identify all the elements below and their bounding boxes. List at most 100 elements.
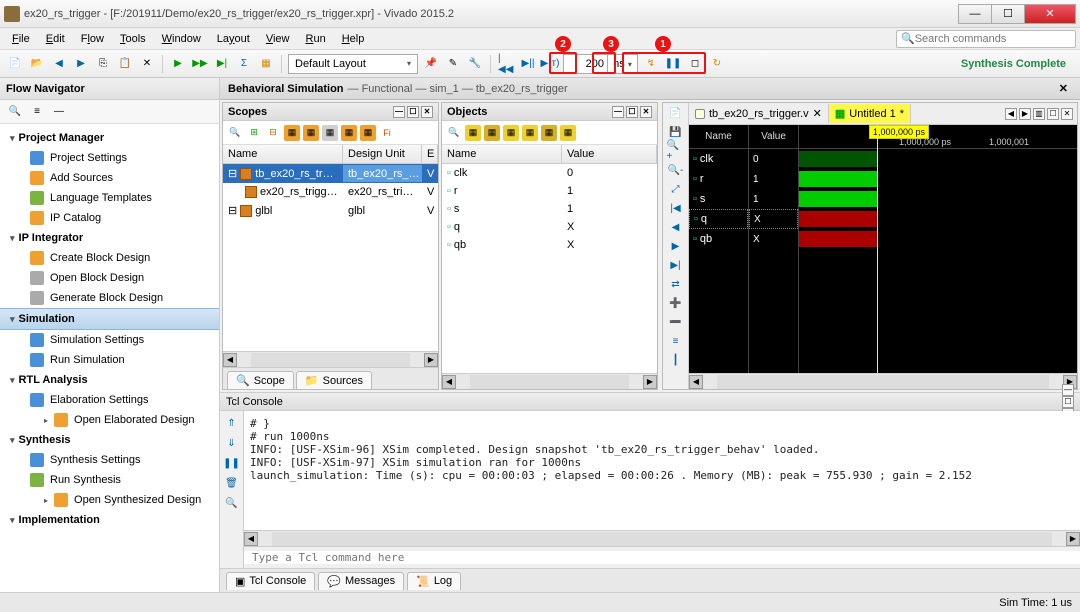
minimize-panel-button[interactable]: — [612,106,624,118]
object-row[interactable]: ▫qbX [442,236,657,254]
ofilter2[interactable]: ▦ [484,125,500,141]
command-search-input[interactable] [915,33,1071,45]
filter3-icon[interactable]: ▦ [322,125,338,141]
file-icon[interactable]: 📄 [667,105,685,121]
run-step-button[interactable]: ▶(т) [541,55,559,73]
scope-row[interactable]: ⊟glblglblV [223,201,438,220]
prev-icon[interactable]: ◀ [667,219,685,235]
nav-item-elaboration-settings[interactable]: Elaboration Settings [0,390,219,410]
relaunch-icon[interactable]: ↻ [708,55,726,73]
zoom-fit-icon[interactable]: ⤢ [667,181,685,197]
close-tab-icon[interactable]: ✕ [813,107,822,120]
nav-section-project-manager[interactable]: Project Manager [0,128,219,148]
menu-window[interactable]: Window [154,31,209,47]
menu-layout[interactable]: Layout [209,31,258,47]
wave-signal-row[interactable]: ▫clk [689,149,748,169]
nav-item-language-templates[interactable]: Language Templates [0,188,219,208]
filter4-icon[interactable]: ▦ [341,125,357,141]
nav-section-synthesis[interactable]: Synthesis [0,430,219,450]
search-icon[interactable]: 🔍 [446,125,462,141]
close-panel-button[interactable]: ✕ [421,106,433,118]
tab-messages[interactable]: 💬Messages [318,572,404,590]
tcl-down-icon[interactable]: ⇓ [223,435,241,451]
nav-item-ip-catalog[interactable]: IP Catalog [0,208,219,228]
nav-item-open-synthesized-design[interactable]: ▸Open Synthesized Design [0,490,219,510]
tab-tcl-console[interactable]: ▣Tcl Console [226,572,315,590]
add-icon[interactable]: ➕ [667,295,685,311]
minimize-panel-button[interactable]: — [393,106,405,118]
menu-tools[interactable]: Tools [112,31,154,47]
col-design-unit[interactable]: Design Unit [343,145,422,163]
object-row[interactable]: ▫clk0 [442,164,657,182]
maximize-panel-button[interactable]: ☐ [626,106,638,118]
expand-icon[interactable]: ⊟ [228,167,237,180]
wave-signal-row[interactable]: ▫q [689,209,748,229]
expand-icon[interactable]: ▸ [44,496,48,505]
wave-signal-row[interactable]: ▫qb [689,229,748,249]
tab-sources[interactable]: 📁Sources [296,371,372,389]
restart-sim-button[interactable]: |◀◀ [497,55,515,73]
copy-icon[interactable]: ⎘ [94,55,112,73]
maximize-button[interactable]: ☐ [991,4,1025,24]
menu-run[interactable]: Run [298,31,334,47]
waveform-canvas[interactable]: Name ▫clk▫r▫s▫q▫qb Value 011XX 1,000,000… [689,125,1077,373]
filter2-icon[interactable]: ▦ [303,125,319,141]
tab-scope[interactable]: 🔍Scope [227,371,294,389]
wave-signal-row[interactable]: ▫r [689,169,748,189]
nav-item-generate-block-design[interactable]: Generate Block Design [0,288,219,308]
expand-icon[interactable]: ⊞ [246,125,262,141]
filter-icon[interactable]: ▦ [284,125,300,141]
previous-icon[interactable]: ◀ [50,55,68,73]
tcl-clear-icon[interactable]: 🗑 [223,475,241,491]
nav-section-rtl-analysis[interactable]: RTL Analysis [0,370,219,390]
col-value[interactable]: Value [562,145,657,163]
delete-icon[interactable]: ✕ [138,55,156,73]
tcl-output[interactable]: # } # run 1000ns INFO: [USF-XSim-96] XSi… [244,411,1080,530]
tcl-find-icon[interactable]: 🔍 [223,495,241,511]
next-icon[interactable]: ▶ [667,238,685,254]
pause-icon[interactable]: ❚❚ [664,55,682,73]
ofilter1[interactable]: ▦ [465,125,481,141]
step-icon[interactable]: ↯ [642,55,660,73]
close-button[interactable]: ✕ [1024,4,1076,24]
nav-item-simulation-settings[interactable]: Simulation Settings [0,330,219,350]
next-tab-icon[interactable]: ▶ [1019,108,1031,120]
waveform-plot[interactable]: 1,000,000 ps 1,000,000 ps 1,000,001 [799,125,1077,373]
objects-scroll[interactable]: ◀▶ [442,373,657,389]
marker-icon[interactable]: ┃ [667,352,685,368]
nav-item-open-block-design[interactable]: Open Block Design [0,268,219,288]
waveform-scroll[interactable]: ◀▶ [689,373,1077,389]
group-icon[interactable]: ≡ [667,333,685,349]
open-icon[interactable]: 📂 [28,55,46,73]
find-icon[interactable]: Fi [379,125,395,141]
filter5-icon[interactable]: ▦ [360,125,376,141]
menu-help[interactable]: Help [334,31,373,47]
menu-flow[interactable]: Flow [73,31,112,47]
tcl-scroll[interactable]: ◀▶ [244,530,1080,546]
minimize-button[interactable]: — [958,4,992,24]
run-synth-button[interactable]: ▶▶ [191,55,209,73]
report-icon[interactable]: ▦ [257,55,275,73]
minimize-panel-button[interactable]: — [1062,384,1074,396]
ofilter6[interactable]: ▦ [560,125,576,141]
object-row[interactable]: ▫qX [442,218,657,236]
stop-icon[interactable]: ◻ [686,55,704,73]
tcl-up-icon[interactable]: ⇑ [223,415,241,431]
dash-icon[interactable]: — [50,103,68,121]
run-to-time-button[interactable]: ▶|| [519,55,537,73]
ofilter5[interactable]: ▦ [541,125,557,141]
cursor[interactable] [877,125,878,373]
command-search[interactable]: 🔍 [896,30,1076,48]
wave-signal-row[interactable]: ▫s [689,189,748,209]
menu-view[interactable]: View [258,31,298,47]
ofilter4[interactable]: ▦ [522,125,538,141]
maximize-panel-button[interactable]: ☐ [407,106,419,118]
tcl-command-input[interactable] [244,551,1080,564]
collapse-icon[interactable]: ≡ [28,103,46,121]
expand-icon[interactable]: ▸ [44,416,48,425]
nav-item-create-block-design[interactable]: Create Block Design [0,248,219,268]
scopes-scroll[interactable]: ◀▶ [223,351,438,367]
sigma-icon[interactable]: Σ [235,55,253,73]
nav-item-project-settings[interactable]: Project Settings [0,148,219,168]
wrench-icon[interactable]: 🔧 [466,55,484,73]
